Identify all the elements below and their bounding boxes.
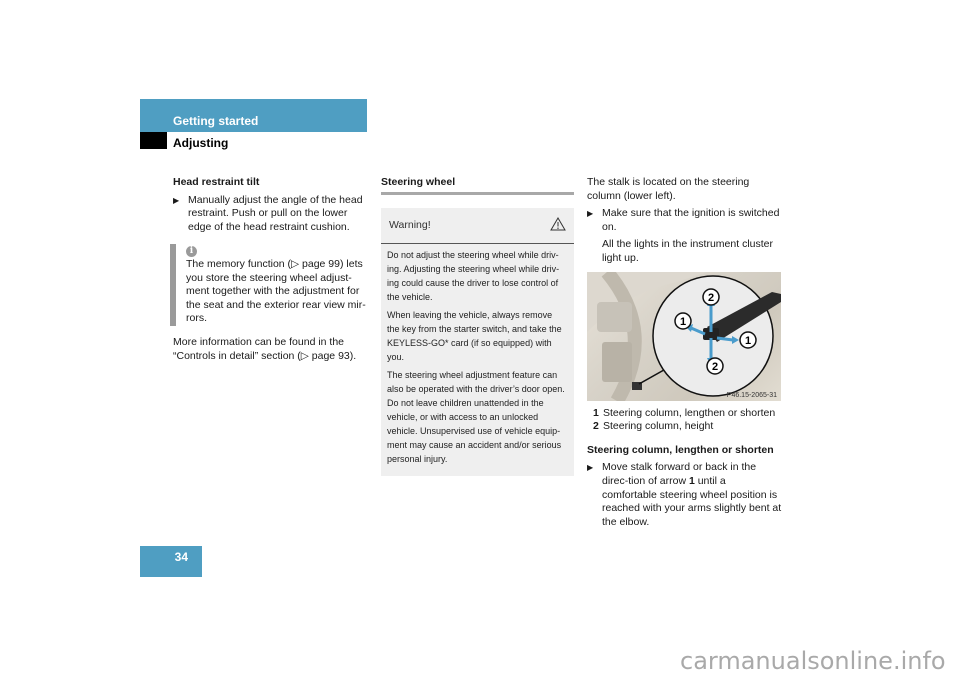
subsection-title: Adjusting [173,136,229,150]
instruction-step: ▶ Manually adjust the angle of the head … [173,194,368,235]
info-note: i The memory function (▷ page 99) lets y… [170,244,368,326]
stalk-location-text: The stalk is located on the steering col… [587,176,750,202]
callout-2-top: 2 [702,287,720,306]
steering-stalk-illustration: 1 2 1 2 P46.15-2065-31 [587,271,781,401]
more-info-text: More information can be found in the “Co… [173,335,357,362]
instruction-text-block: Move stalk forward or back in the direc-… [602,461,783,529]
heading-steering-wheel: Steering wheel [381,176,574,195]
callout-1-left: 1 [674,311,692,330]
column-right: The stalk is located on the steering col… [587,176,783,533]
warning-paragraph: The steering wheel adjustment feature ca… [387,370,565,465]
column-left: Head restraint tilt ▶ Manually adjust th… [170,176,368,363]
heading-lengthen-shorten: Steering column, lengthen or shorten [587,443,774,456]
legend-text: Steering column, lengthen or shorten [603,406,776,419]
figure-legend-item: 1 Steering column, lengthen or shorten [593,407,783,421]
warning-paragraph: Do not adjust the steering wheel while d… [387,250,560,303]
section-marker [140,132,167,149]
callout-2-bottom: 2 [706,356,724,375]
info-icon: i [186,246,197,258]
instruction-result: All the lights in the instrument cluster… [602,238,773,264]
warning-triangle-icon [550,216,566,236]
warning-header: Warning! [381,208,574,245]
instruction-step: ▶ Make sure that the ignition is switche… [587,207,783,265]
watermark: carmanualsonline.info [680,647,946,675]
callout-1-right: 1 [739,330,757,349]
page-number: 34 [174,550,188,564]
legend-number: 1 [593,406,599,419]
bullet-arrow-icon: ▶ [173,195,180,205]
warning-title: Warning! [389,219,431,232]
bullet-arrow-icon: ▶ [587,463,594,473]
figure-legend-item: 2 Steering column, height [593,420,783,434]
svg-text:1: 1 [745,335,751,347]
instruction-text-block: Make sure that the ignition is switched … [602,207,783,265]
instruction-text: Manually adjust the angle of the head re… [188,193,363,233]
svg-text:2: 2 [708,292,714,304]
info-text: The memory function (▷ page 99) lets you… [186,257,366,325]
page-number-box: 34 [140,546,202,577]
section-title: Getting started [173,114,259,128]
figure-code: P46.15-2065-31 [727,392,777,399]
svg-text:2: 2 [712,361,718,373]
instruction-text: Move stalk forward or back in the direc-… [602,461,757,487]
legend-number: 2 [593,420,599,433]
instruction-text: Make sure that the ignition is switched … [602,207,780,233]
warning-box: Warning! Do not adjust the steering whee… [381,207,574,477]
warning-body: Do not adjust the steering wheel while d… [381,244,574,476]
instruction-step: ▶ Move stalk forward or back in the dire… [587,461,783,529]
legend-text: Steering column, height [603,420,714,433]
svg-text:1: 1 [680,316,686,328]
heading-head-restraint-tilt: Head restraint tilt [173,176,260,188]
column-middle: Steering wheel Warning! Do not adjust th… [381,176,574,477]
bullet-arrow-icon: ▶ [587,209,594,219]
steering-stalk-figure: 1 2 1 2 P46.15-2065-31 [587,271,781,401]
warning-paragraph: When leaving the vehicle, always remove … [387,310,562,363]
